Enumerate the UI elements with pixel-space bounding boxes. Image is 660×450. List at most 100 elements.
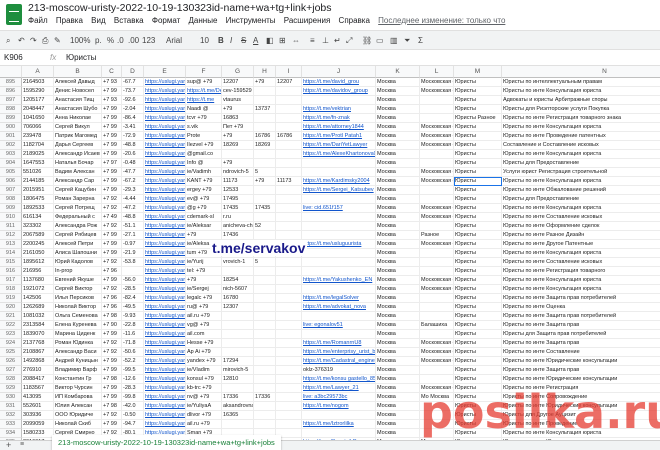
table-cell[interactable]: https://uslugi.yandex.ru (144, 150, 186, 159)
column-header-l[interactable]: L (420, 66, 454, 78)
table-cell[interactable]: -27.1 (122, 231, 144, 240)
table-cell[interactable]: Юристы по инте Составление исковых (502, 213, 660, 222)
table-cell[interactable]: +7 92 (102, 348, 122, 357)
table-cell[interactable]: +7 96 (102, 303, 122, 312)
table-cell[interactable]: +7 99 (102, 366, 122, 375)
table-cell[interactable]: 16786 (254, 132, 276, 141)
table-cell[interactable]: +79 (186, 276, 222, 285)
document-title[interactable]: 213-moscow-uristy-2022-10-19-130323id-na… (28, 2, 332, 14)
table-cell[interactable]: https://uslugi.yandex.ru (144, 258, 186, 267)
select-all-corner[interactable] (0, 66, 22, 78)
row-header[interactable]: 897 (0, 96, 22, 105)
strikethrough-icon[interactable]: S (241, 36, 246, 45)
row-header[interactable]: 924 (0, 339, 22, 348)
table-cell[interactable]: 18254 (222, 276, 254, 285)
table-cell[interactable] (302, 249, 376, 258)
table-cell[interactable] (276, 411, 302, 420)
table-cell[interactable]: -73.7 (122, 87, 144, 96)
table-cell[interactable]: 17336 (222, 393, 254, 402)
table-cell[interactable]: Москва (376, 375, 420, 384)
column-header-a[interactable]: A (22, 66, 54, 78)
table-cell[interactable]: Юристы (454, 87, 502, 96)
table-cell[interactable]: Москва (376, 222, 420, 231)
table-cell[interactable]: Юристы (454, 213, 502, 222)
table-cell[interactable] (276, 258, 302, 267)
table-cell[interactable]: Юристы (454, 159, 502, 168)
table-cell[interactable]: 16863 (222, 114, 254, 123)
table-cell[interactable]: Naadi @ (186, 105, 222, 114)
table-cell[interactable]: Евгений Якуше (54, 276, 102, 285)
row-header[interactable]: 911 (0, 222, 22, 231)
table-cell[interactable]: https://uslugi.yandex.ru (144, 240, 186, 249)
table-cell[interactable]: -11.6 (122, 330, 144, 339)
table-cell[interactable]: ev@ +79 (186, 195, 222, 204)
table-cell[interactable]: Юристы по инте Регистрация товарного (502, 267, 660, 276)
table-cell[interactable]: https://uslugi.yar (144, 213, 186, 222)
table-cell[interactable]: -29.3 (122, 186, 144, 195)
table-cell[interactable]: 552601 (22, 402, 54, 411)
row-header[interactable]: 914 (0, 249, 22, 258)
table-cell[interactable]: 1839070 (22, 330, 54, 339)
menu-file[interactable]: Файл (28, 16, 48, 25)
table-cell[interactable]: ИП Комбарова (54, 393, 102, 402)
table-cell[interactable]: +7 99 (102, 231, 122, 240)
row-header[interactable]: 933 (0, 420, 22, 429)
row-header[interactable]: 908 (0, 195, 22, 204)
table-cell[interactable]: Юристы по инте Консультация юриста (502, 123, 660, 132)
table-cell[interactable]: Москва (376, 141, 420, 150)
table-cell[interactable] (276, 285, 302, 294)
table-cell[interactable] (222, 384, 254, 393)
column-header-g[interactable]: G (222, 66, 254, 78)
merge-cells-icon[interactable]: ⇔ (292, 36, 300, 45)
table-cell[interactable]: Юристы по инте Регистрация товарного зна… (502, 114, 660, 123)
table-cell[interactable]: Юристы (454, 276, 502, 285)
table-cell[interactable]: Москва (376, 78, 420, 87)
table-cell[interactable]: +7 93 (102, 78, 122, 87)
table-cell[interactable]: 11173 (222, 177, 254, 186)
table-cell[interactable]: https://t.me/Iztrorlilka (302, 420, 376, 429)
table-cell[interactable]: Москва (376, 348, 420, 357)
sheet-list-icon[interactable]: ≡ (20, 441, 24, 448)
table-cell[interactable]: ndrovich-5 (222, 168, 254, 177)
table-cell[interactable]: 12810 (222, 375, 254, 384)
table-cell[interactable]: https://t.me (186, 96, 222, 105)
table-cell[interactable]: Москва (376, 177, 420, 186)
table-cell[interactable] (276, 105, 302, 114)
table-cell[interactable] (276, 159, 302, 168)
table-cell[interactable]: 2048447 (22, 105, 54, 114)
table-cell[interactable]: -56.0 (122, 276, 144, 285)
table-cell[interactable]: Москва (376, 168, 420, 177)
menu-edit[interactable]: Правка (56, 16, 83, 25)
borders-icon[interactable]: ⊞ (279, 36, 286, 45)
table-cell[interactable]: 2189025 (22, 150, 54, 159)
table-cell[interactable]: +7 92 (102, 222, 122, 231)
table-cell[interactable]: -42.0 (122, 402, 144, 411)
table-cell[interactable]: Юристы (454, 78, 502, 87)
row-header[interactable]: 932 (0, 411, 22, 420)
table-cell[interactable] (254, 87, 276, 96)
table-cell[interactable]: Юристы по инте Консультация юриста (502, 150, 660, 159)
table-cell[interactable]: Юристы по интеллектуальным правам (502, 78, 660, 87)
table-cell[interactable] (276, 294, 302, 303)
row-header[interactable]: 898 (0, 105, 22, 114)
table-cell[interactable]: Юристы (454, 96, 502, 105)
row-header[interactable]: 919 (0, 294, 22, 303)
filter-icon[interactable]: ⏷ (404, 36, 410, 46)
table-cell[interactable] (276, 186, 302, 195)
table-cell[interactable]: -51.1 (122, 222, 144, 231)
text-color-icon[interactable]: A (253, 36, 258, 45)
table-cell[interactable]: +7 99 (102, 141, 122, 150)
table-cell[interactable] (276, 312, 302, 321)
table-cell[interactable] (420, 294, 454, 303)
table-cell[interactable]: Юлия Алексан (54, 402, 102, 411)
table-cell[interactable]: Юристы для Защита прав потребителей (502, 330, 660, 339)
table-cell[interactable]: Юристы (454, 186, 502, 195)
table-cell[interactable] (254, 159, 276, 168)
table-cell[interactable]: 1492868 (22, 357, 54, 366)
menu-tools[interactable]: Инструменты (226, 16, 276, 25)
table-cell[interactable]: https://uslugi.yar (144, 348, 186, 357)
table-cell[interactable]: 1262689 (22, 303, 54, 312)
table-cell[interactable]: https://t.me/advokat_nova (302, 303, 376, 312)
table-cell[interactable]: -12.6 (122, 375, 144, 384)
table-cell[interactable]: 2067589 (22, 231, 54, 240)
